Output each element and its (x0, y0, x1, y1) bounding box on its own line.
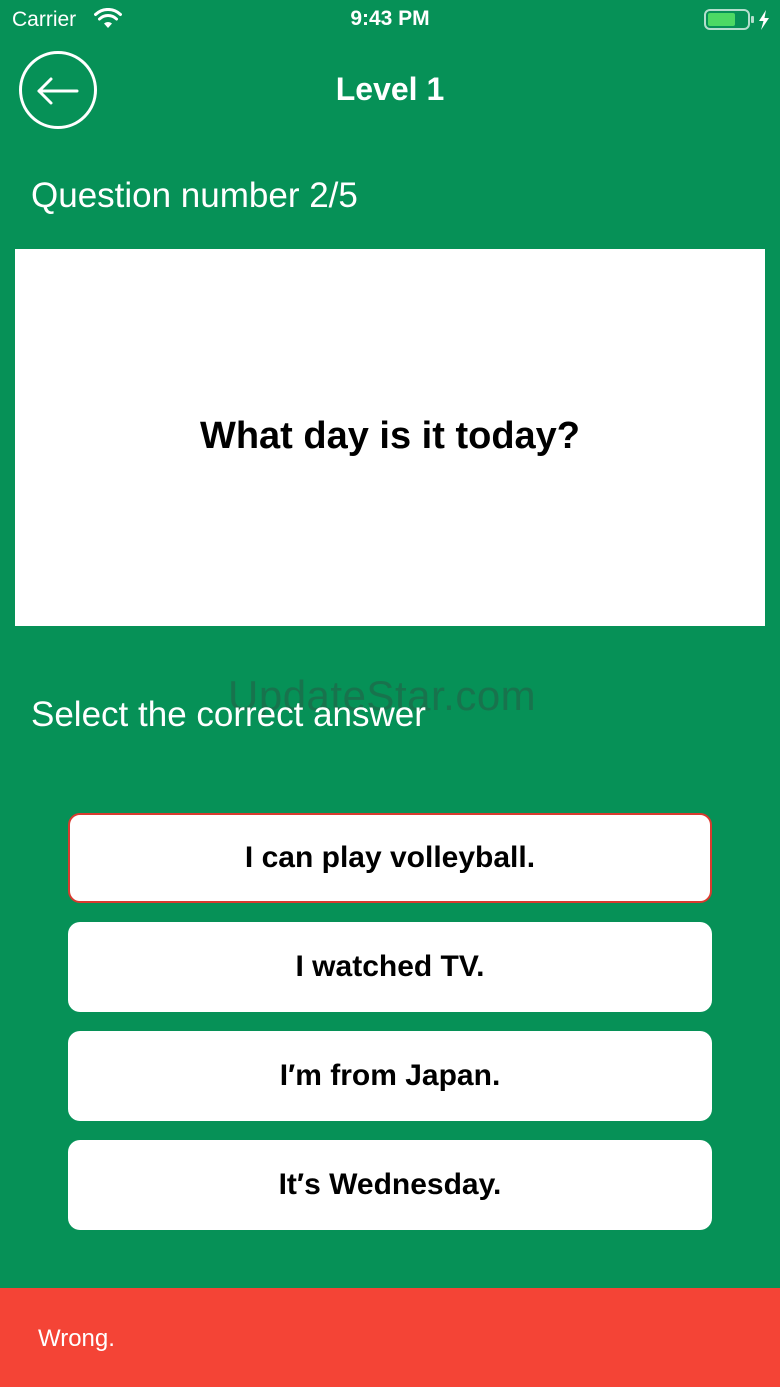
answer-option-3[interactable]: I′m from Japan. (68, 1031, 712, 1121)
answer-option-2[interactable]: I watched TV. (68, 922, 712, 1012)
question-text: What day is it today? (199, 415, 581, 457)
instruction-label: Select the correct answer (31, 695, 426, 734)
battery-charging-icon (704, 9, 772, 36)
answer-option-label: I watched TV. (295, 950, 485, 983)
feedback-text: Wrong. (38, 1325, 115, 1352)
status-time: 9:43 PM (350, 7, 430, 30)
answer-option-label: It′s Wednesday. (278, 1168, 502, 1201)
question-card: What day is it today? (15, 249, 765, 626)
page-title: Level 1 (335, 71, 445, 107)
answer-option-4[interactable]: It′s Wednesday. (68, 1140, 712, 1230)
feedback-bar: Wrong. (0, 1288, 780, 1387)
answer-option-1[interactable]: I can play volleyball. (68, 813, 712, 903)
status-bar: Carrier 9:43 PM (0, 0, 780, 40)
answer-option-label: I can play volleyball. (244, 841, 536, 874)
answer-option-label: I′m from Japan. (279, 1059, 501, 1092)
question-number-label: Question number 2/5 (31, 176, 358, 215)
